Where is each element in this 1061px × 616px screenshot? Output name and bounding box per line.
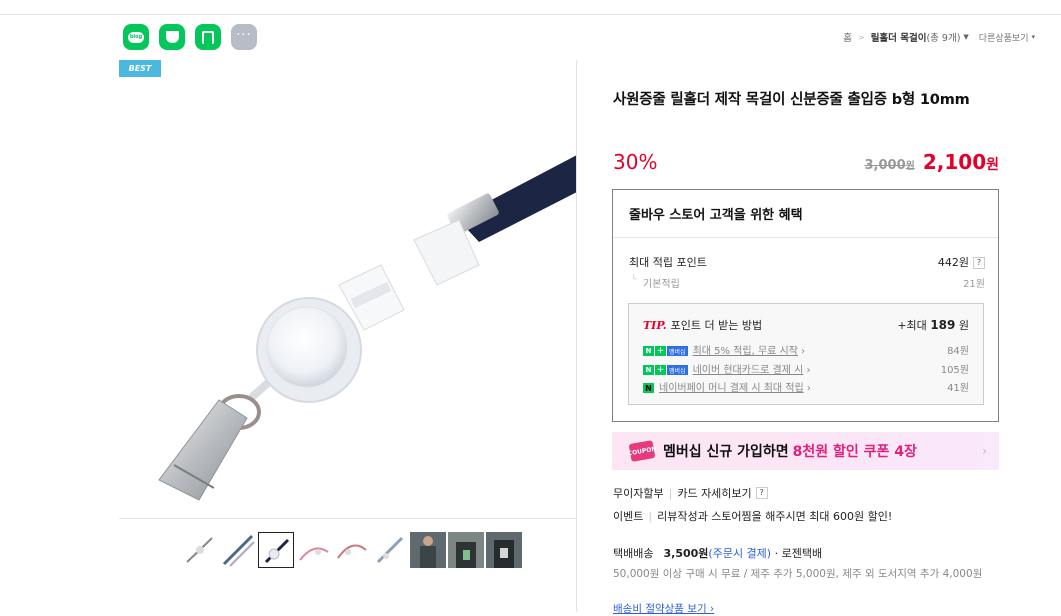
thumbnail[interactable] [448,532,484,568]
coupon-icon: COUPON [627,440,657,462]
tip-item[interactable]: N + 멤버십 최대 5% 적립, 무료 시작 › 84원 [643,342,969,357]
caret-down-icon[interactable]: ▾ [1031,33,1035,41]
tip-text: 포인트 더 받는 방법 [670,319,763,332]
help-icon[interactable]: ? [755,487,768,499]
max-points-label: 최대 적립 포인트 [629,256,707,269]
best-badge: BEST [119,60,161,77]
payment-row: 무이자할부 | 카드 자세히보기 ? [613,485,768,501]
caret-down-icon[interactable]: ▼ [963,33,968,41]
thumbnail[interactable] [486,532,522,568]
shipping-carrier: · 로젠택배 [774,547,823,560]
tip-box: TIP. 포인트 더 받는 방법 +최대 189 원 N + 멤버십 최대 5% 적립,… [628,303,984,405]
max-points-value: 442원 [937,256,969,269]
blog-icon[interactable]: blog [123,24,149,50]
membership-banner-highlight: 8천원 할인 쿠폰 4장 [792,444,917,460]
more-icon[interactable]: ··· [231,24,257,50]
blog-text: blog [128,31,144,43]
cafe-icon[interactable] [159,24,185,50]
thumbnail-strip [119,518,577,612]
naver-membership-icon: N + 멤버십 [643,346,688,356]
price-block: 3,000원 2,100원 [865,150,999,174]
benefit-box: 줄바우 스토어 고객을 위한 혜택 최대 적립 포인트 442원? 기본적립 2… [612,189,999,422]
installment-link[interactable]: 무이자할부 [613,485,664,501]
chevron-right-icon: › [982,444,987,458]
benefit-heading: 줄바우 스토어 고객을 위한 혜택 [613,190,998,238]
top-divider [0,14,1061,15]
shipping-price: 3,500원 [663,547,709,560]
naver-pay-icon: N [643,383,654,393]
thumbnail[interactable] [220,532,256,568]
other-products-link[interactable]: 다른상품보기 [979,31,1029,44]
breadcrumb-count: (총 9개) [926,33,961,44]
thumbnail[interactable] [372,532,408,568]
membership-banner[interactable]: COUPON 멤버십 신규 가입하면 8천원 할인 쿠폰 4장 › [612,432,999,470]
tip-label: TIP. [643,319,667,332]
shipping-pay: (주문시 결제) [708,547,772,560]
basic-points-value: 21원 [963,279,985,290]
basic-points-row: 기본적립 21원 [629,275,985,290]
thumbnail[interactable] [334,532,370,568]
bookmark-icon[interactable] [195,24,221,50]
shipping-label: 택배배송 [613,547,654,560]
sale-price: 2,100원 [922,150,999,174]
tip-item[interactable]: N + 멤버십 네이버 현대카드로 결제 시 › 105원 [643,361,969,376]
breadcrumb: 홈 > 릴홀더 목걸이 (총 9개) ▼ 다른상품보기 ▾ [843,30,1035,45]
event-label: 이벤트 [613,510,644,523]
help-icon[interactable]: ? [973,257,985,269]
thumbnail[interactable] [296,532,332,568]
lanyard-image [158,155,576,501]
max-points-row: 최대 적립 포인트 442원? [629,254,985,270]
basic-points-label: 기본적립 [629,275,680,290]
shipping-row: 택배배송 3,500원(주문시 결제) · 로젠택배 [613,545,822,561]
tip-max: +최대 189 원 [897,318,969,332]
product-title: 사원증줄 릴홀더 제작 목걸이 신분증줄 출입증 b형 10mm [613,92,970,108]
event-text: 리뷰작성과 스토어찜을 해주시면 최대 600원 할인! [657,510,893,523]
tip-item[interactable]: N 네이버페이 머니 결제 시 최대 적립 › 41원 [643,379,969,394]
shipping-note: 50,000원 이상 구매 시 무료 / 제주 추가 5,000원, 제주 외 … [613,568,983,580]
thumbnail-selected[interactable] [258,532,294,568]
breadcrumb-home[interactable]: 홈 [843,30,852,44]
naver-membership-icon: N + 멤버십 [643,365,688,375]
event-row: 이벤트 | 리뷰작성과 스토어찜을 해주시면 최대 600원 할인! [613,509,893,524]
chevron-right-icon: > [857,32,865,42]
thumbnail[interactable] [182,532,218,568]
share-bar: blog ··· [123,24,257,50]
original-price: 3,000원 [864,158,915,173]
breadcrumb-category[interactable]: 릴홀더 목걸이 [871,30,927,44]
shipping-saving-link[interactable]: 배송비 절약상품 보기 › [613,601,714,616]
membership-banner-text: 멤버십 신규 가입하면 [663,444,789,460]
card-detail-link[interactable]: 카드 자세히보기 [677,485,751,501]
product-main-image[interactable] [119,60,577,518]
thumbnail[interactable] [410,532,446,568]
discount-rate: 30% [613,150,658,174]
